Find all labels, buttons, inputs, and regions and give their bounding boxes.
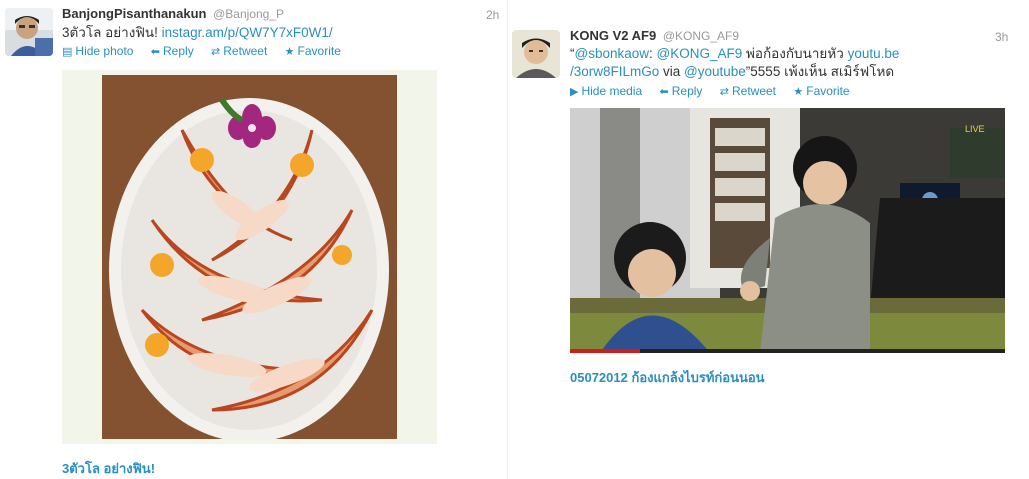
- video-media[interactable]: LIVE: [570, 108, 1005, 353]
- media-caption[interactable]: 3ตัวโล อย่างฟิน!: [62, 458, 155, 479]
- star-icon: ★: [793, 86, 804, 98]
- reply-label: Reply: [163, 44, 194, 58]
- star-icon: ★: [284, 46, 295, 58]
- tweet-text-end: ”5555 เพ้งเห็น สเมิร์ฟโหด: [745, 64, 895, 79]
- hide-media-label: Hide media: [581, 84, 643, 98]
- retweet-label: Retweet: [731, 84, 777, 98]
- avatar[interactable]: [5, 8, 53, 56]
- reply-button[interactable]: ⬅ Reply: [151, 44, 194, 58]
- favorite-label: Favorite: [806, 84, 850, 98]
- reply-icon: ⬅: [150, 46, 161, 58]
- hide-photo-button[interactable]: ▤ Hide photo: [62, 44, 133, 58]
- retweet-icon: ⇄: [719, 86, 729, 98]
- video-icon: ▶: [570, 86, 579, 98]
- retweet-button[interactable]: ⇄ Retweet: [211, 44, 267, 58]
- mention-kong[interactable]: @KONG_AF9: [657, 46, 743, 61]
- avatar[interactable]: [512, 30, 560, 78]
- favorite-label: Favorite: [297, 44, 341, 58]
- retweet-icon: ⇄: [211, 46, 221, 58]
- tweet-text: “@sbonkaow: @KONG_AF9 พ่อก้องกับนายหัว y…: [570, 45, 1010, 81]
- favorite-button[interactable]: ★ Favorite: [793, 84, 849, 98]
- youtube-link-path[interactable]: /3orw8FILmGo: [570, 64, 659, 79]
- hide-media-button[interactable]: ▶ Hide media: [570, 84, 642, 98]
- username[interactable]: @Banjong_P: [213, 7, 284, 21]
- fullname[interactable]: BanjongPisanthanakun: [62, 6, 206, 21]
- favorite-button[interactable]: ★ Favorite: [285, 44, 341, 58]
- youtube-link-domain[interactable]: youtu.be: [848, 46, 900, 61]
- photo-media[interactable]: [62, 70, 437, 444]
- tweet-actions: ▤ Hide photo ⬅ Reply ⇄ Retweet ★ Favorite: [62, 44, 355, 58]
- tweet-text-body: 3ตัวโล อย่างฟิน!: [62, 25, 158, 40]
- username[interactable]: @KONG_AF9: [663, 29, 739, 43]
- tweet-kong: KONG V2 AF9 @KONG_AF9 3h “@sbonkaow: @KO…: [505, 0, 1029, 479]
- tweet-text: 3ตัวโล อย่างฟิน! instagr.am/p/QW7Y7xF0W1…: [62, 24, 333, 42]
- retweet-button[interactable]: ⇄ Retweet: [720, 84, 776, 98]
- channel-logo: LIVE: [965, 124, 985, 134]
- photo-icon: ▤: [62, 46, 73, 58]
- media-caption[interactable]: 05072012 ก้องแกล้งไบรท์ก่อนนอน: [570, 367, 765, 388]
- tweet-actions: ▶ Hide media ⬅ Reply ⇄ Retweet ★ Favorite: [570, 84, 864, 98]
- mention-sbonkaow[interactable]: @sbonkaow: [575, 46, 650, 61]
- timestamp[interactable]: 2h: [486, 8, 499, 22]
- reply-icon: ⬅: [659, 86, 669, 98]
- via-text: via: [659, 64, 685, 79]
- hide-photo-label: Hide photo: [75, 44, 134, 58]
- instagram-link[interactable]: instagr.am/p/QW7Y7xF0W1/: [162, 25, 333, 40]
- tweet-header: BanjongPisanthanakun @Banjong_P: [62, 6, 284, 21]
- timestamp[interactable]: 3h: [995, 30, 1008, 44]
- mention-youtube[interactable]: @youtube: [684, 64, 746, 79]
- tweet-text-mid: พ่อก้องกับนายหัว: [742, 46, 848, 61]
- fullname[interactable]: KONG V2 AF9: [570, 28, 656, 43]
- reply-label: Reply: [671, 84, 703, 98]
- reply-button[interactable]: ⬅ Reply: [660, 84, 703, 98]
- tweet-banjong: BanjongPisanthanakun @Banjong_P 2h 3ตัวโ…: [0, 0, 505, 479]
- colon: :: [649, 46, 657, 61]
- tweet-header: KONG V2 AF9 @KONG_AF9: [570, 28, 739, 43]
- retweet-label: Retweet: [223, 44, 268, 58]
